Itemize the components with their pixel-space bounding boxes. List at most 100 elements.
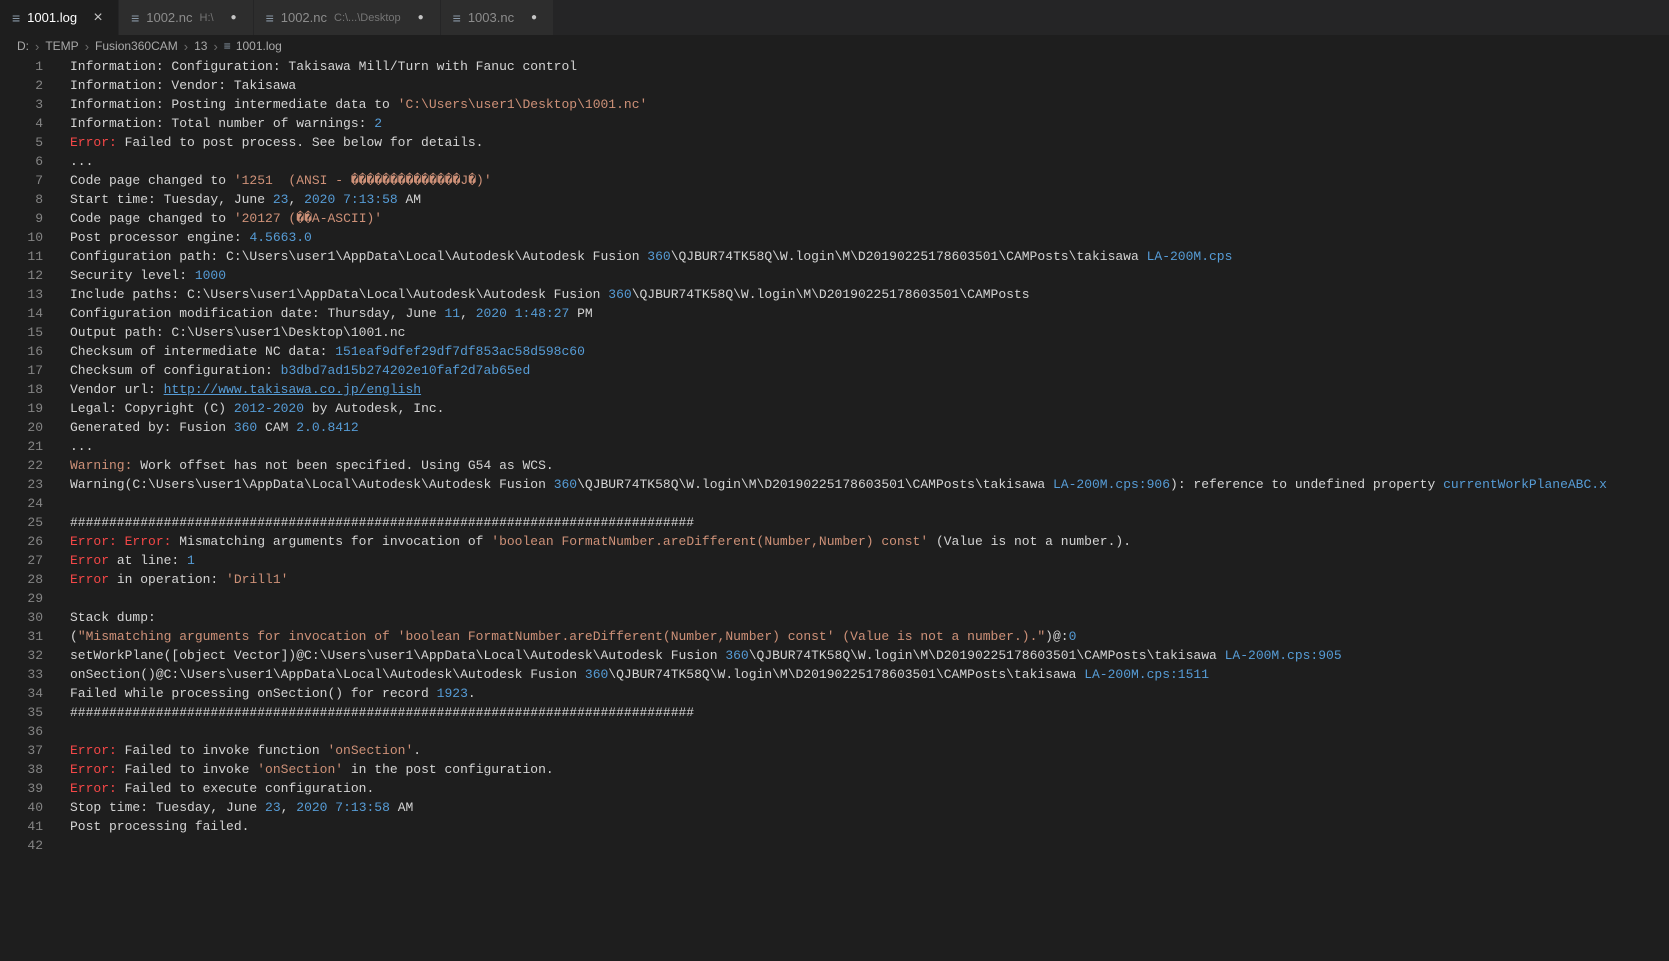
code-text[interactable]: ...: [43, 437, 93, 456]
code-text[interactable]: Checksum of intermediate NC data: 151eaf…: [43, 342, 585, 361]
line-number[interactable]: 14: [0, 304, 43, 323]
line-number[interactable]: 42: [0, 836, 43, 855]
code-text[interactable]: Warning(C:\Users\user1\AppData\Local\Aut…: [43, 475, 1607, 494]
tab-1003.nc[interactable]: ≡1003.nc●: [441, 0, 554, 35]
code-text[interactable]: Error: Error: Mismatching arguments for …: [43, 532, 1131, 551]
code-text[interactable]: Error: Failed to post process. See below…: [43, 133, 483, 152]
line-number[interactable]: 16: [0, 342, 43, 361]
line-number[interactable]: 39: [0, 779, 43, 798]
code-text[interactable]: Code page changed to '1251 (ANSI - �����…: [43, 171, 492, 190]
tab-1001.log[interactable]: ≡1001.log×: [0, 0, 119, 35]
line-number[interactable]: 7: [0, 171, 43, 190]
line-number[interactable]: 30: [0, 608, 43, 627]
code-text[interactable]: Warning: Work offset has not been specif…: [43, 456, 554, 475]
line-number[interactable]: 13: [0, 285, 43, 304]
code-text[interactable]: Error: Failed to invoke function 'onSect…: [43, 741, 421, 760]
line-number[interactable]: 3: [0, 95, 43, 114]
editor[interactable]: 1Information: Configuration: Takisawa Mi…: [0, 57, 1669, 855]
line-number[interactable]: 41: [0, 817, 43, 836]
code-token: PM: [569, 306, 592, 321]
line-number[interactable]: 9: [0, 209, 43, 228]
line-number[interactable]: 34: [0, 684, 43, 703]
breadcrumb-item-TEMP[interactable]: TEMP: [45, 39, 78, 53]
tab-1002.nc[interactable]: ≡1002.ncC:\...\Desktop●: [254, 0, 441, 35]
line-number[interactable]: 18: [0, 380, 43, 399]
breadcrumb-item-1001.log[interactable]: ≡1001.log: [224, 39, 282, 53]
line-number[interactable]: 19: [0, 399, 43, 418]
code-text[interactable]: ("Mismatching arguments for invocation o…: [43, 627, 1076, 646]
code-text[interactable]: Stack dump:: [43, 608, 156, 627]
line-number[interactable]: 4: [0, 114, 43, 133]
code-text[interactable]: Information: Total number of warnings: 2: [43, 114, 382, 133]
line-number[interactable]: 17: [0, 361, 43, 380]
code-text[interactable]: Error: Failed to execute configuration.: [43, 779, 374, 798]
line-number[interactable]: 22: [0, 456, 43, 475]
code-text[interactable]: Checksum of configuration: b3dbd7ad15b27…: [43, 361, 530, 380]
line-number[interactable]: 27: [0, 551, 43, 570]
code-text[interactable]: Error in operation: 'Drill1': [43, 570, 288, 589]
code-text[interactable]: Configuration path: C:\Users\user1\AppDa…: [43, 247, 1232, 266]
code-line: 4Information: Total number of warnings: …: [0, 114, 1669, 133]
line-number[interactable]: 40: [0, 798, 43, 817]
code-text[interactable]: ########################################…: [43, 513, 694, 532]
code-text[interactable]: [43, 494, 70, 513]
line-number[interactable]: 36: [0, 722, 43, 741]
line-number[interactable]: 23: [0, 475, 43, 494]
code-text[interactable]: Generated by: Fusion 360 CAM 2.0.8412: [43, 418, 359, 437]
line-number[interactable]: 38: [0, 760, 43, 779]
code-text[interactable]: [43, 836, 70, 855]
code-text[interactable]: [43, 722, 70, 741]
tab-1002.nc[interactable]: ≡1002.ncH:\●: [119, 0, 254, 35]
line-number[interactable]: 32: [0, 646, 43, 665]
line-number[interactable]: 1: [0, 57, 43, 76]
code-text[interactable]: Information: Vendor: Takisawa: [43, 76, 296, 95]
line-number[interactable]: 24: [0, 494, 43, 513]
code-text[interactable]: Information: Posting intermediate data t…: [43, 95, 647, 114]
line-number[interactable]: 11: [0, 247, 43, 266]
breadcrumb-item-13[interactable]: 13: [194, 39, 207, 53]
code-text[interactable]: Output path: C:\Users\user1\Desktop\1001…: [43, 323, 405, 342]
code-text[interactable]: setWorkPlane([object Vector])@C:\Users\u…: [43, 646, 1342, 665]
line-number[interactable]: 26: [0, 532, 43, 551]
code-text[interactable]: Failed while processing onSection() for …: [43, 684, 476, 703]
code-text[interactable]: Include paths: C:\Users\user1\AppData\Lo…: [43, 285, 1030, 304]
line-number[interactable]: 33: [0, 665, 43, 684]
breadcrumb-item-Fusion360CAM[interactable]: Fusion360CAM: [95, 39, 178, 53]
line-number[interactable]: 29: [0, 589, 43, 608]
code-text[interactable]: ...: [43, 152, 93, 171]
breadcrumb-item-D:[interactable]: D:: [17, 39, 29, 53]
code-token: ): reference to undefined property: [1170, 477, 1443, 492]
line-number[interactable]: 15: [0, 323, 43, 342]
code-text[interactable]: Code page changed to '20127 (��A-ASCII)': [43, 209, 382, 228]
code-text[interactable]: Legal: Copyright (C) 2012-2020 by Autode…: [43, 399, 444, 418]
code-text[interactable]: onSection()@C:\Users\user1\AppData\Local…: [43, 665, 1209, 684]
line-number[interactable]: 12: [0, 266, 43, 285]
close-icon[interactable]: ×: [90, 9, 106, 27]
breadcrumb-label: 1001.log: [236, 39, 282, 53]
code-text[interactable]: [43, 589, 70, 608]
line-number[interactable]: 35: [0, 703, 43, 722]
code-line: 22Warning: Work offset has not been spec…: [0, 456, 1669, 475]
line-number[interactable]: 37: [0, 741, 43, 760]
code-text[interactable]: Error: Failed to invoke 'onSection' in t…: [43, 760, 554, 779]
line-number[interactable]: 25: [0, 513, 43, 532]
code-text[interactable]: Vendor url: http://www.takisawa.co.jp/en…: [43, 380, 421, 399]
line-number[interactable]: 8: [0, 190, 43, 209]
code-text[interactable]: Information: Configuration: Takisawa Mil…: [43, 57, 577, 76]
code-text[interactable]: Security level: 1000: [43, 266, 226, 285]
line-number[interactable]: 5: [0, 133, 43, 152]
code-text[interactable]: Configuration modification date: Thursda…: [43, 304, 593, 323]
line-number[interactable]: 20: [0, 418, 43, 437]
line-number[interactable]: 2: [0, 76, 43, 95]
line-number[interactable]: 21: [0, 437, 43, 456]
line-number[interactable]: 10: [0, 228, 43, 247]
code-text[interactable]: Post processing failed.: [43, 817, 249, 836]
line-number[interactable]: 28: [0, 570, 43, 589]
line-number[interactable]: 31: [0, 627, 43, 646]
line-number[interactable]: 6: [0, 152, 43, 171]
code-text[interactable]: Start time: Tuesday, June 23, 2020 7:13:…: [43, 190, 421, 209]
code-text[interactable]: Error at line: 1: [43, 551, 195, 570]
code-text[interactable]: Post processor engine: 4.5663.0: [43, 228, 312, 247]
code-text[interactable]: ########################################…: [43, 703, 694, 722]
code-text[interactable]: Stop time: Tuesday, June 23, 2020 7:13:5…: [43, 798, 413, 817]
